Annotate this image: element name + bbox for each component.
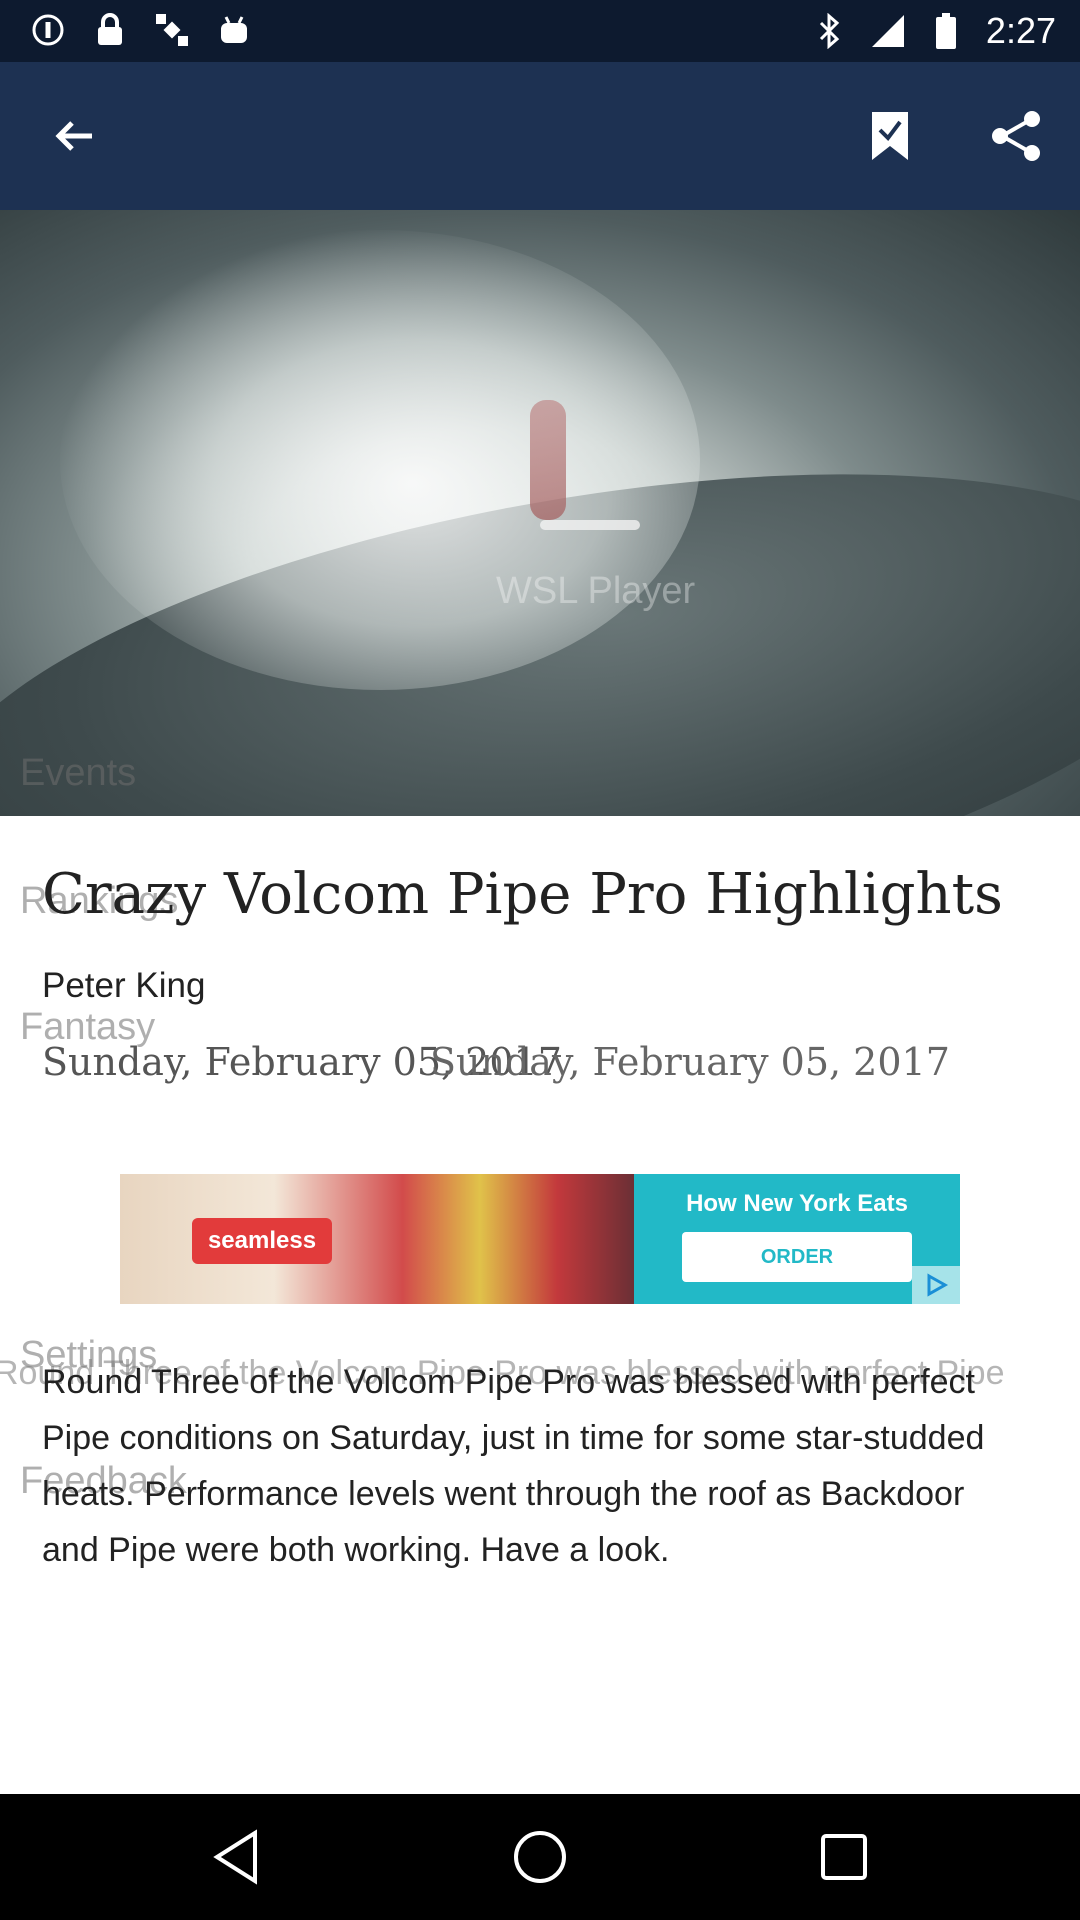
- signal-icon: [870, 13, 906, 49]
- share-button[interactable]: [978, 98, 1054, 174]
- info-icon: [30, 12, 66, 48]
- drawer-item-events: Events: [20, 752, 137, 794]
- system-nav-bar: [0, 1794, 1080, 1920]
- share-icon: [992, 111, 1040, 161]
- player-watermark: WSL Player: [496, 570, 696, 612]
- satellite-fake-gps-icon: [154, 12, 190, 48]
- spray-image: [60, 230, 700, 690]
- battery-icon: [928, 13, 964, 49]
- home-circle-icon: [514, 1831, 566, 1883]
- adchoices-icon[interactable]: [912, 1266, 960, 1304]
- back-triangle-icon: [213, 1829, 257, 1885]
- nav-recents-button[interactable]: [812, 1825, 876, 1889]
- article-date-overlay: Sunday, February 05, 2017: [430, 1040, 950, 1084]
- ad-brand-logo: seamless: [192, 1218, 332, 1264]
- android-icon: [216, 12, 252, 48]
- article-author: Peter King: [42, 966, 206, 1005]
- back-button[interactable]: [36, 98, 112, 174]
- lock-icon: [92, 12, 128, 48]
- app-toolbar: [0, 62, 1080, 210]
- surfboard: [540, 520, 640, 530]
- video-thumbnail[interactable]: WSL Player: [0, 210, 1080, 816]
- status-clock: 2:27: [985, 10, 1056, 51]
- article-title: Crazy Volcom Pipe Pro Highlights: [42, 862, 1003, 927]
- surfer-figure: [530, 400, 566, 520]
- recents-square-icon: [821, 1834, 867, 1880]
- status-bar: 2:27: [0, 0, 1080, 62]
- nav-back-button[interactable]: [204, 1825, 268, 1889]
- ad-order-button[interactable]: ORDER: [682, 1232, 912, 1282]
- ad-banner[interactable]: seamless How New York Eats ORDER: [120, 1174, 960, 1304]
- bookmark-check-icon: [872, 112, 908, 160]
- article-body: Round Three of the Volcom Pipe Pro was b…: [42, 1363, 985, 1569]
- back-arrow-icon: [55, 121, 92, 151]
- bluetooth-icon: [812, 13, 848, 49]
- bookmark-button[interactable]: [852, 98, 928, 174]
- nav-home-button[interactable]: [508, 1825, 572, 1889]
- ad-headline: How New York Eats: [686, 1190, 908, 1217]
